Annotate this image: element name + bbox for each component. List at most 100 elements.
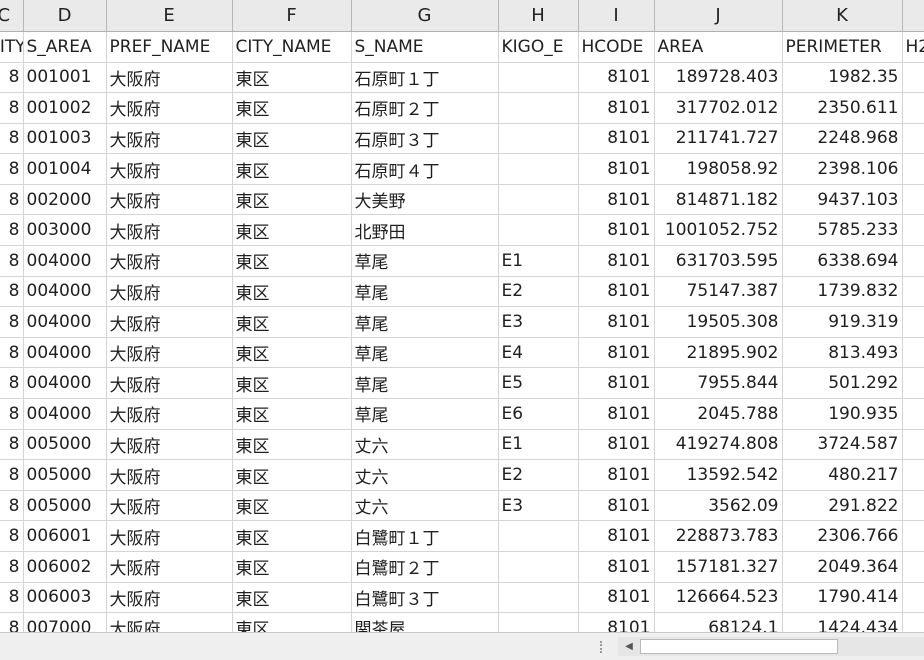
cell[interactable]: 001003 <box>23 123 107 155</box>
cell[interactable]: E3 <box>498 306 579 338</box>
cell[interactable]: 大阪府 <box>106 551 233 583</box>
cell[interactable]: CITY <box>0 31 24 63</box>
cell[interactable] <box>498 184 579 216</box>
cell[interactable]: 005000 <box>23 459 107 491</box>
cell[interactable]: 501.292 <box>782 367 903 400</box>
scrollbar-thumb[interactable] <box>640 639 838 654</box>
cell[interactable]: 石原町３丁 <box>351 123 499 155</box>
cell[interactable]: E1 <box>498 429 579 461</box>
cell[interactable]: 1739.832 <box>782 276 903 308</box>
cell[interactable]: 石原町１丁 <box>351 62 499 94</box>
cell[interactable]: 2248.968 <box>782 123 903 155</box>
cell[interactable]: 大阪府 <box>106 398 233 430</box>
cell[interactable]: 8101 <box>578 520 655 552</box>
cell[interactable]: E6 <box>498 398 579 430</box>
cell[interactable]: 大阪府 <box>106 184 233 216</box>
cell[interactable]: 東区 <box>232 490 352 522</box>
cell[interactable]: 大阪府 <box>106 153 233 185</box>
cell[interactable]: 6338.694 <box>782 245 903 277</box>
cell[interactable]: 大阪府 <box>106 582 233 614</box>
cell[interactable]: 大阪府 <box>106 612 233 632</box>
column-header-C[interactable]: C <box>0 0 24 32</box>
cell[interactable]: 白鷺町３丁 <box>351 582 499 614</box>
cell[interactable]: 919.319 <box>782 306 903 338</box>
cell[interactable]: 東区 <box>232 429 352 461</box>
cell[interactable]: 198058.92 <box>654 153 783 185</box>
cell[interactable]: 8101 <box>578 398 655 430</box>
cell[interactable]: 大阪府 <box>106 520 233 552</box>
cell[interactable]: 8101 <box>578 123 655 155</box>
cell[interactable]: 8101 <box>578 276 655 308</box>
cell[interactable]: 草尾 <box>351 245 499 277</box>
cell[interactable]: 8 <box>0 612 24 632</box>
cell[interactable]: 大阪府 <box>106 214 233 247</box>
cell[interactable] <box>902 367 924 400</box>
cell[interactable]: 7955.844 <box>654 367 783 400</box>
cell[interactable]: 813.493 <box>782 337 903 369</box>
cell[interactable]: 8 <box>0 429 24 461</box>
cell[interactable] <box>902 459 924 491</box>
cell[interactable]: 002000 <box>23 184 107 216</box>
cell[interactable]: 1424.434 <box>782 612 903 632</box>
cell[interactable]: 8 <box>0 337 24 369</box>
cell[interactable]: 005000 <box>23 490 107 522</box>
cell[interactable]: 草尾 <box>351 367 499 400</box>
cell[interactable]: S_NAME <box>351 31 499 63</box>
cell[interactable]: 草尾 <box>351 276 499 308</box>
column-header-H[interactable]: H <box>498 0 579 32</box>
cell[interactable]: 大阪府 <box>106 92 233 124</box>
column-header-E[interactable]: E <box>106 0 233 32</box>
cell[interactable] <box>902 551 924 583</box>
cell[interactable]: 2049.364 <box>782 551 903 583</box>
cell[interactable]: E2 <box>498 276 579 308</box>
cell[interactable]: 004000 <box>23 306 107 338</box>
cell[interactable] <box>902 306 924 338</box>
cell[interactable]: 75147.387 <box>654 276 783 308</box>
cell[interactable]: HCODE <box>578 31 655 63</box>
cell[interactable]: KIGO_E <box>498 31 579 63</box>
cell[interactable]: 大阪府 <box>106 429 233 461</box>
cell[interactable] <box>902 337 924 369</box>
cell[interactable]: 3724.587 <box>782 429 903 461</box>
cell[interactable]: E3 <box>498 490 579 522</box>
cell[interactable]: 大阪府 <box>106 62 233 94</box>
cell[interactable] <box>498 123 579 155</box>
cell[interactable]: 004000 <box>23 398 107 430</box>
cell[interactable] <box>902 276 924 308</box>
cell[interactable]: 東区 <box>232 306 352 338</box>
cell[interactable]: 東区 <box>232 153 352 185</box>
cell[interactable] <box>498 520 579 552</box>
cell[interactable]: 19505.308 <box>654 306 783 338</box>
cell[interactable]: 1790.414 <box>782 582 903 614</box>
cell[interactable]: 丈六 <box>351 459 499 491</box>
cell[interactable]: 大阪府 <box>106 123 233 155</box>
cell[interactable]: 5785.233 <box>782 214 903 247</box>
cell[interactable]: 大美野 <box>351 184 499 216</box>
cell[interactable]: 2306.766 <box>782 520 903 552</box>
cell[interactable]: 大阪府 <box>106 490 233 522</box>
cell[interactable]: 石原町４丁 <box>351 153 499 185</box>
cell[interactable]: 東区 <box>232 214 352 247</box>
cell[interactable]: 8101 <box>578 582 655 614</box>
cell[interactable]: 8 <box>0 582 24 614</box>
cell[interactable]: 東区 <box>232 398 352 430</box>
cell[interactable]: 東区 <box>232 612 352 632</box>
cell[interactable]: 9437.103 <box>782 184 903 216</box>
cell[interactable]: 005000 <box>23 429 107 461</box>
cell[interactable] <box>498 551 579 583</box>
cell[interactable]: 2398.106 <box>782 153 903 185</box>
cell[interactable]: 006003 <box>23 582 107 614</box>
cell[interactable]: 関茶屋 <box>351 612 499 632</box>
cell[interactable]: 8101 <box>578 367 655 400</box>
cell[interactable]: 004000 <box>23 245 107 277</box>
cell[interactable] <box>902 582 924 614</box>
sheet-tab-splitter-handle[interactable] <box>600 641 605 653</box>
cell[interactable]: 8 <box>0 520 24 552</box>
cell[interactable]: 190.935 <box>782 398 903 430</box>
column-header-I[interactable]: I <box>578 0 655 32</box>
cell[interactable]: 8 <box>0 306 24 338</box>
cell[interactable]: 東区 <box>232 367 352 400</box>
cell[interactable]: 189728.403 <box>654 62 783 94</box>
cell[interactable]: 68124.1 <box>654 612 783 632</box>
cell[interactable]: 大阪府 <box>106 245 233 277</box>
